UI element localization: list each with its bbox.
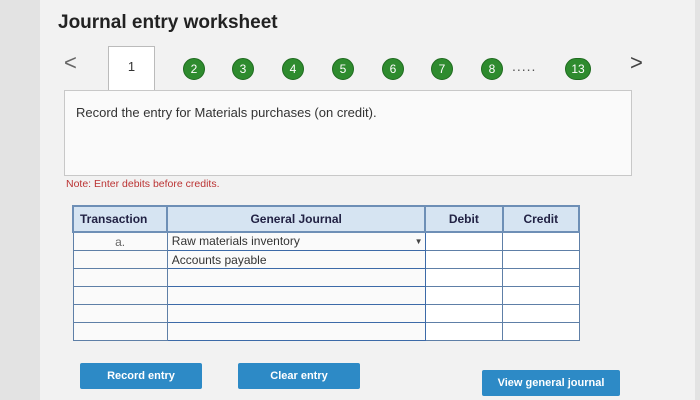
transaction-cell[interactable] (72, 304, 168, 323)
account-select[interactable] (166, 304, 426, 323)
dropdown-arrow-icon[interactable]: ▼ (413, 235, 425, 249)
clear-entry-button[interactable]: Clear entry (238, 363, 360, 389)
credit-input[interactable] (502, 268, 580, 287)
table-row (72, 322, 580, 341)
instruction-panel (64, 90, 632, 176)
transaction-cell[interactable] (72, 286, 168, 305)
header-general-journal: General Journal (166, 205, 427, 233)
step-2-button[interactable]: 2 (183, 58, 205, 80)
debit-input[interactable] (424, 322, 504, 341)
account-select[interactable]: Accounts payable (166, 250, 426, 269)
transaction-cell[interactable] (72, 268, 168, 287)
page-title: Journal entry worksheet (58, 12, 278, 33)
debit-input[interactable] (424, 286, 504, 305)
account-value: Raw materials inventory (171, 234, 300, 248)
account-select[interactable] (166, 268, 426, 287)
step-8-button[interactable]: 8 (481, 58, 503, 80)
credit-input[interactable] (502, 304, 580, 323)
prev-step-arrow-icon[interactable]: < (64, 52, 77, 74)
step-3-button[interactable]: 3 (232, 58, 254, 80)
debit-input[interactable] (424, 250, 504, 269)
account-select[interactable] (166, 322, 426, 341)
debit-input[interactable] (424, 268, 504, 287)
view-general-journal-button[interactable]: View general journal (482, 370, 620, 396)
step-7-button[interactable]: 7 (431, 58, 453, 80)
credit-input[interactable] (502, 322, 580, 341)
transaction-cell[interactable]: a. (72, 231, 168, 251)
step-5-button[interactable]: 5 (332, 58, 354, 80)
header-debit: Debit (424, 205, 504, 233)
table-row (72, 268, 580, 287)
step-13-button[interactable]: 13 (565, 58, 591, 80)
table-row: Accounts payable (72, 250, 580, 269)
header-credit: Credit (501, 205, 581, 233)
debit-input[interactable] (424, 304, 504, 323)
note-text: Note: Enter debits before credits. (66, 178, 220, 190)
journal-table: Transaction General Journal Debit Credit… (71, 205, 581, 341)
transaction-cell[interactable] (72, 322, 168, 341)
instruction-text: Record the entry for Materials purchases… (76, 105, 377, 120)
steps-ellipsis: ..... (512, 58, 537, 74)
debit-input[interactable] (424, 231, 504, 251)
step-4-button[interactable]: 4 (282, 58, 304, 80)
step-6-button[interactable]: 6 (382, 58, 404, 80)
credit-input[interactable] (502, 231, 580, 251)
table-row (72, 304, 580, 323)
credit-input[interactable] (502, 286, 580, 305)
credit-input[interactable] (502, 250, 580, 269)
account-value: Accounts payable (171, 252, 267, 267)
next-step-arrow-icon[interactable]: > (630, 52, 643, 74)
table-row: a. Raw materials inventory ▼ (72, 231, 580, 251)
header-transaction: Transaction (71, 205, 169, 233)
account-select[interactable]: Raw materials inventory ▼ (166, 231, 426, 251)
record-entry-button[interactable]: Record entry (80, 363, 202, 389)
account-select[interactable] (166, 286, 426, 305)
transaction-cell[interactable] (72, 250, 168, 269)
table-row (72, 286, 580, 305)
tab-step-1[interactable]: 1 (108, 46, 155, 91)
